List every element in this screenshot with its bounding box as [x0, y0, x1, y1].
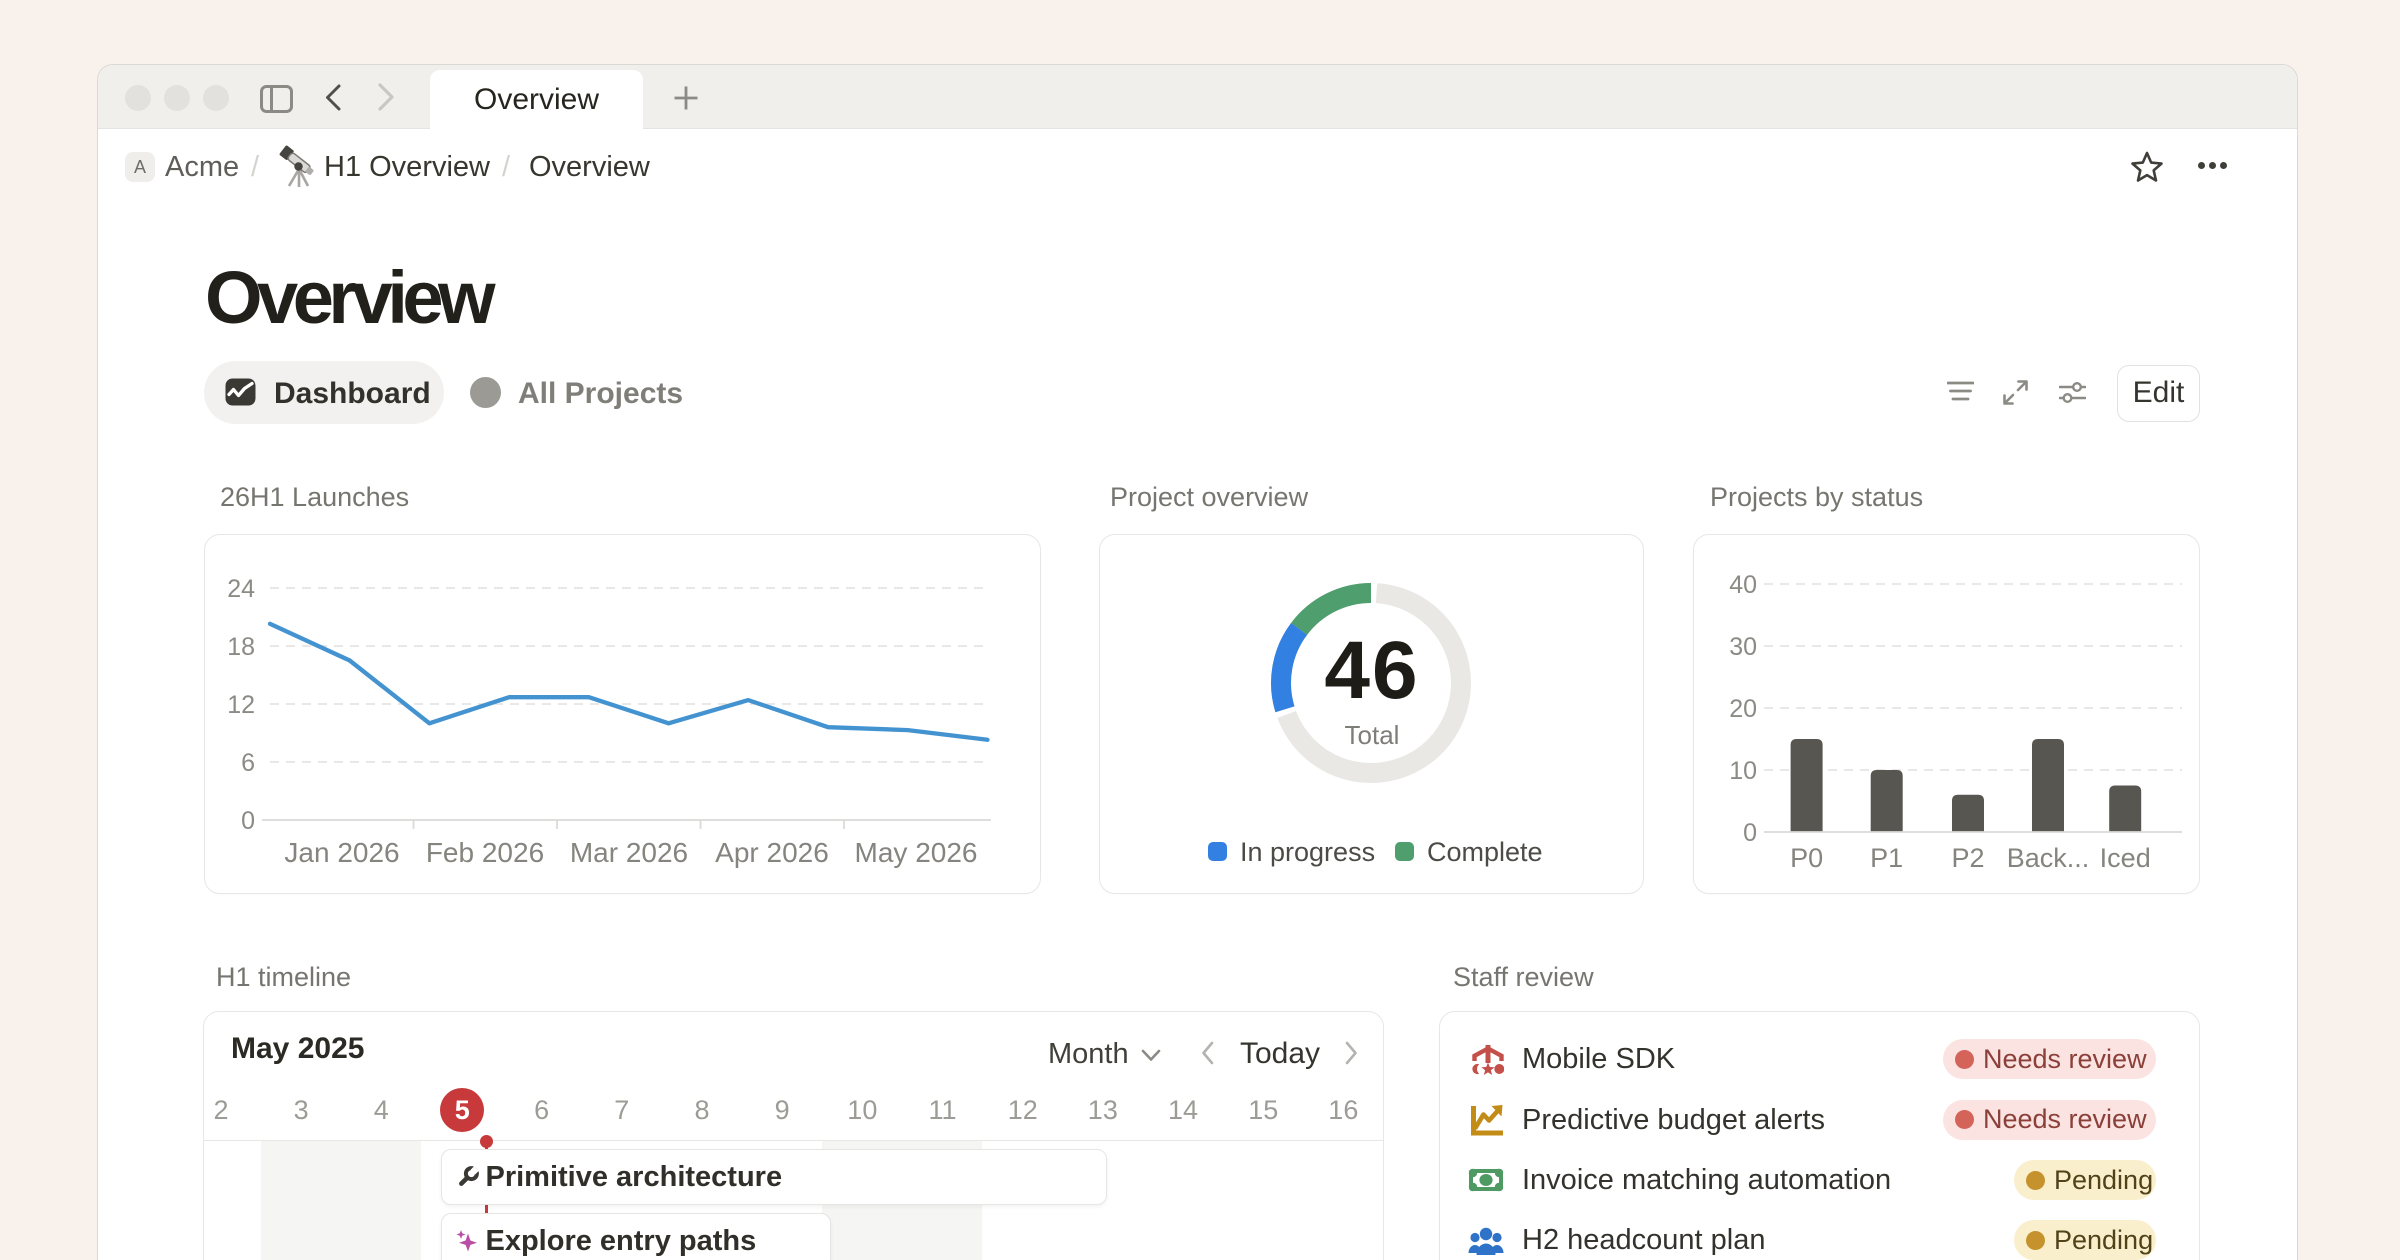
svg-text:46: 46 [1324, 625, 1419, 716]
svg-text:30: 30 [1729, 633, 1757, 661]
svg-text:6: 6 [241, 749, 255, 777]
svg-text:Iced: Iced [2100, 843, 2151, 873]
svg-text:10: 10 [1729, 757, 1757, 785]
svg-text:P1: P1 [1870, 843, 1903, 873]
svg-text:P0: P0 [1790, 843, 1823, 873]
svg-text:12: 12 [227, 691, 255, 719]
svg-text:Apr 2026: Apr 2026 [715, 837, 829, 868]
svg-text:18: 18 [227, 633, 255, 661]
svg-text:0: 0 [241, 807, 255, 835]
svg-text:P2: P2 [1951, 843, 1984, 873]
svg-text:40: 40 [1729, 571, 1757, 599]
svg-text:Complete: Complete [1427, 837, 1543, 867]
svg-text:Jan 2026: Jan 2026 [284, 837, 399, 868]
svg-text:20: 20 [1729, 695, 1757, 723]
svg-text:Feb 2026: Feb 2026 [426, 837, 544, 868]
svg-text:May 2026: May 2026 [855, 837, 978, 868]
svg-text:24: 24 [227, 575, 255, 603]
svg-text:Total: Total [1345, 720, 1400, 750]
svg-text:Mar 2026: Mar 2026 [570, 837, 688, 868]
svg-text:In progress: In progress [1240, 837, 1375, 867]
svg-text:0: 0 [1743, 819, 1757, 847]
svg-text:Back...: Back... [2007, 843, 2090, 873]
